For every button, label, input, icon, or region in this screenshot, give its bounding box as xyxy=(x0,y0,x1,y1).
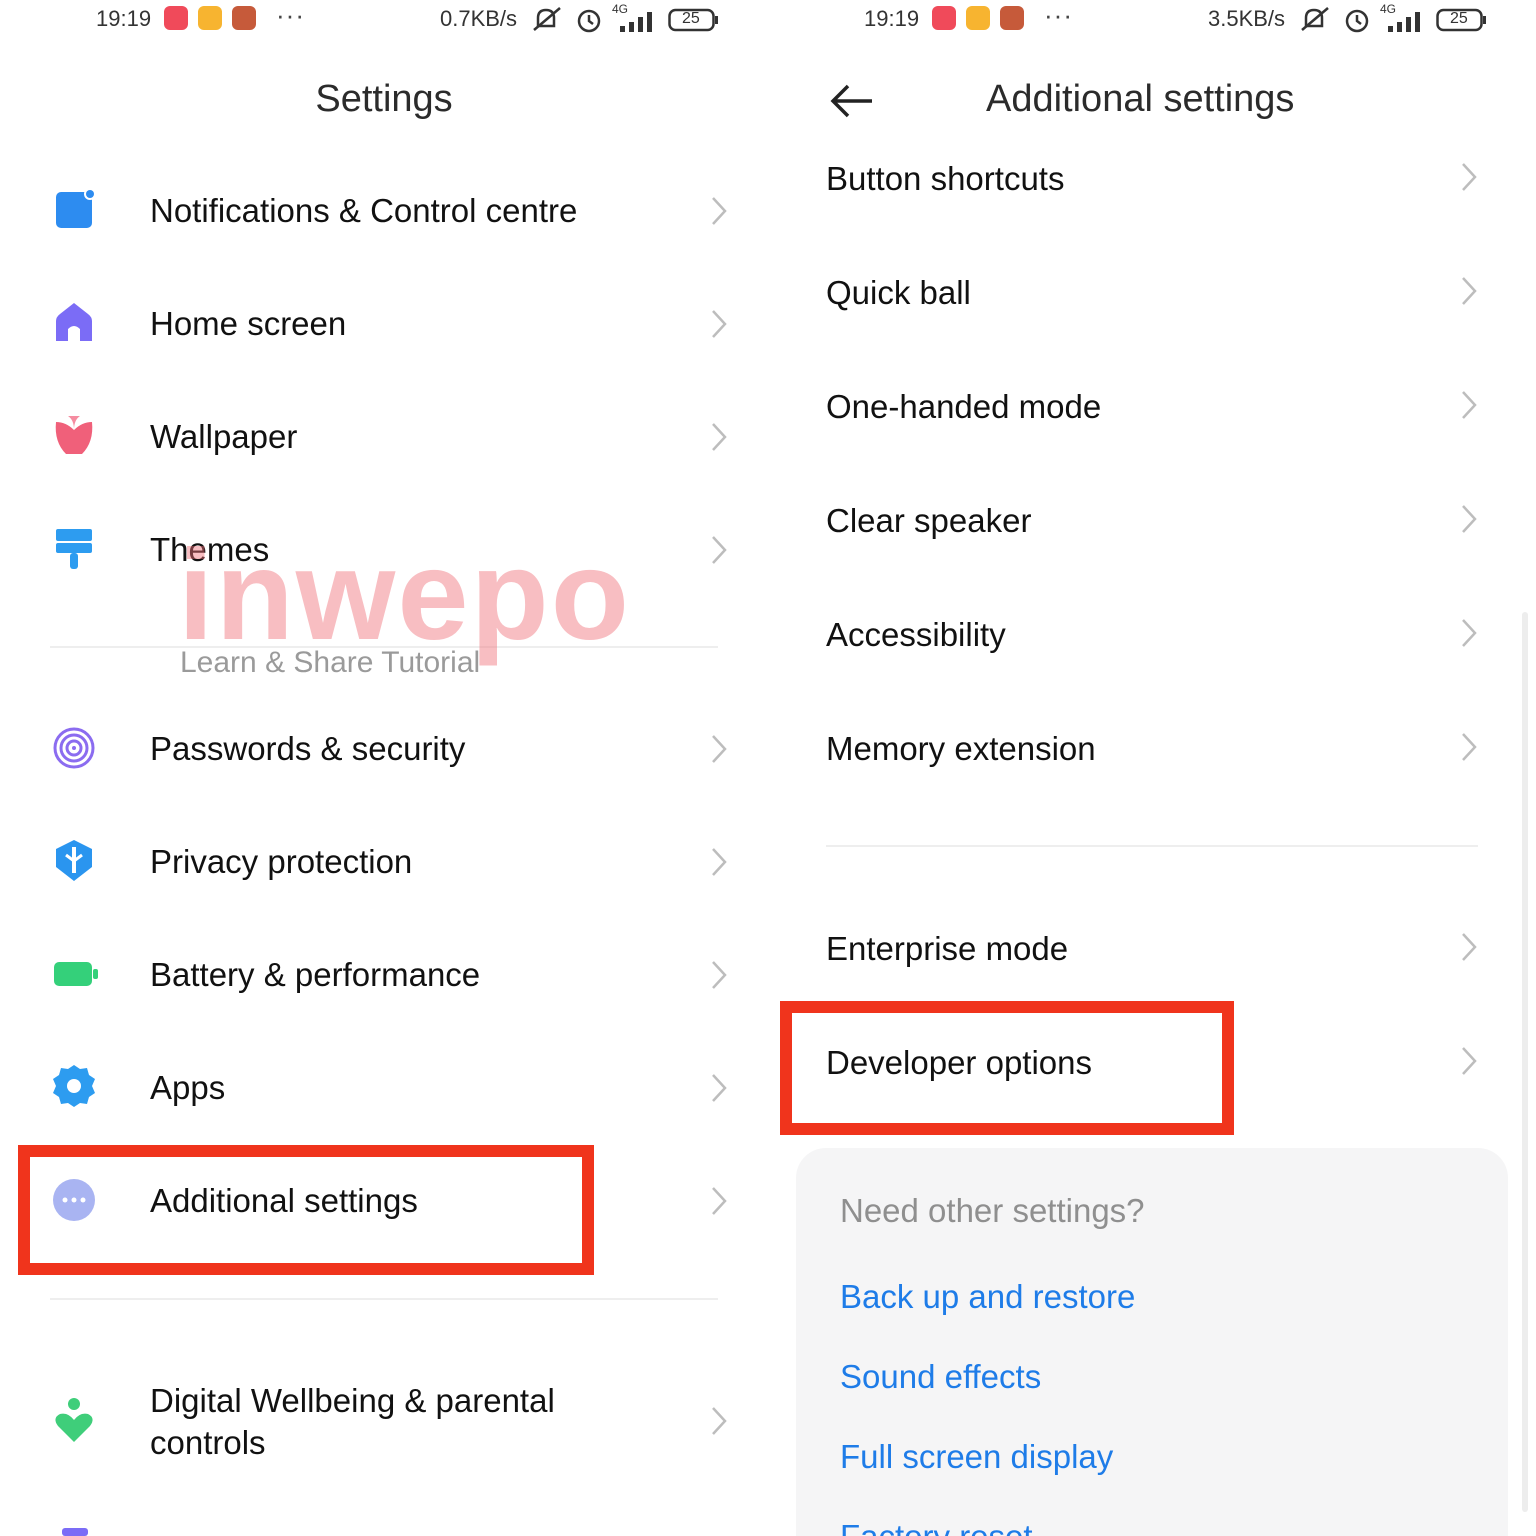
app-notification-icon xyxy=(232,6,256,30)
tiktok-notification-icon xyxy=(164,6,188,30)
signal-icon xyxy=(620,12,652,32)
chevron-right-icon xyxy=(1462,733,1477,761)
highlight-box xyxy=(780,1001,1234,1135)
chevron-right-icon xyxy=(712,310,727,338)
chevron-right-icon xyxy=(712,1074,727,1102)
settings-item-privacy-protection[interactable]: Privacy protection xyxy=(0,831,768,895)
battery-level: 25 xyxy=(1450,10,1468,27)
settings-item-apps[interactable]: Apps xyxy=(0,1057,768,1121)
status-bar: 19:19 ··· 0.7KB/s 4G 25 xyxy=(0,0,768,40)
alarm-icon xyxy=(577,9,601,33)
card-title: Need other settings? xyxy=(840,1192,1145,1229)
flower-icon xyxy=(55,416,93,454)
battery-icon xyxy=(54,962,98,986)
tiktok-notification-icon xyxy=(932,6,956,30)
settings-item-home-screen[interactable]: Home screen xyxy=(0,293,768,357)
additional-item-enterprise-mode[interactable]: Enterprise mode xyxy=(768,918,1536,982)
chevron-right-icon xyxy=(1462,933,1477,961)
chevron-right-icon xyxy=(712,536,727,564)
chevron-right-icon xyxy=(712,1407,727,1435)
mute-icon xyxy=(1301,7,1329,31)
more-notifications-icon: ··· xyxy=(1044,0,1073,30)
settings-item-label: Home screen xyxy=(150,305,347,342)
chevron-right-icon xyxy=(712,197,727,225)
status-time: 19:19 xyxy=(864,6,920,31)
chevron-right-icon xyxy=(1462,619,1477,647)
settings-item-label: Notifications & Control centre xyxy=(150,192,578,229)
additional-item-label: Memory extension xyxy=(826,730,1096,767)
link-back-up-restore[interactable]: Back up and restore xyxy=(840,1278,1135,1316)
alarm-icon xyxy=(1345,9,1369,33)
settings-item-wallpaper[interactable]: Wallpaper xyxy=(0,406,768,470)
gear-icon xyxy=(53,1065,95,1107)
additional-item-accessibility[interactable]: Accessibility xyxy=(768,604,1536,668)
chevron-right-icon xyxy=(712,1187,727,1215)
settings-item-notifications[interactable]: Notifications & Control centre xyxy=(0,180,768,244)
settings-screen: 19:19 ··· 0.7KB/s 4G 25 Settings Notific… xyxy=(0,0,768,1536)
link-full-screen-display[interactable]: Full screen display xyxy=(840,1438,1113,1476)
settings-item-digital-wellbeing[interactable]: Digital Wellbeing & parental controls xyxy=(0,1380,768,1470)
chevron-right-icon xyxy=(1462,391,1477,419)
chevron-right-icon xyxy=(712,423,727,451)
back-arrow-icon[interactable] xyxy=(828,78,878,124)
scrollbar[interactable] xyxy=(1522,612,1528,1512)
page-title: Additional settings xyxy=(986,78,1295,120)
additional-item-memory-extension[interactable]: Memory extension xyxy=(768,718,1536,782)
signal-icon xyxy=(1388,12,1420,32)
status-bar: 19:19 ··· 3.5KB/s 4G 25 xyxy=(768,0,1536,40)
chevron-right-icon xyxy=(712,848,727,876)
home-icon xyxy=(56,303,92,341)
settings-item-label: Passwords & security xyxy=(150,730,466,767)
fingerprint-icon xyxy=(53,727,95,769)
network-speed: 0.7KB/s xyxy=(440,6,518,31)
message-notification-icon xyxy=(966,6,990,30)
link-factory-reset[interactable]: Factory reset xyxy=(840,1518,1033,1536)
additional-item-label: Enterprise mode xyxy=(826,930,1069,967)
settings-item-label: Wallpaper xyxy=(150,418,298,455)
chevron-right-icon xyxy=(1462,277,1477,305)
settings-item-label: Digital Wellbeing & parental xyxy=(150,1382,555,1419)
settings-item-label: Apps xyxy=(150,1069,226,1106)
settings-item-battery-performance[interactable]: Battery & performance xyxy=(0,944,768,1008)
chevron-right-icon xyxy=(712,735,727,763)
chevron-right-icon xyxy=(712,961,727,989)
network-speed: 3.5KB/s xyxy=(1208,6,1286,31)
other-settings-card: Need other settings? Back up and restore… xyxy=(796,1148,1508,1536)
settings-item-label: Battery & performance xyxy=(150,956,481,993)
chevron-right-icon xyxy=(1462,163,1477,191)
more-notifications-icon: ··· xyxy=(276,0,305,30)
chevron-right-icon xyxy=(1462,1047,1477,1075)
settings-item-label-continued: controls xyxy=(150,1424,266,1461)
additional-item-button-shortcuts[interactable]: Button shortcuts xyxy=(768,148,1536,212)
additional-item-clear-speaker[interactable]: Clear speaker xyxy=(768,490,1536,554)
settings-item-label: Privacy protection xyxy=(150,843,413,880)
additional-item-label: Clear speaker xyxy=(826,502,1032,539)
additional-item-quick-ball[interactable]: Quick ball xyxy=(768,262,1536,326)
additional-item-label: Accessibility xyxy=(826,616,1006,653)
section-divider xyxy=(50,1298,718,1300)
notification-icon xyxy=(56,188,96,228)
settings-item-passwords-security[interactable]: Passwords & security xyxy=(0,718,768,782)
additional-item-label: One-handed mode xyxy=(826,388,1102,425)
battery-level: 25 xyxy=(682,10,700,27)
paintbrush-icon xyxy=(56,529,92,569)
additional-item-one-handed-mode[interactable]: One-handed mode xyxy=(768,376,1536,440)
chevron-right-icon xyxy=(1462,505,1477,533)
highlight-box xyxy=(18,1145,594,1275)
wellbeing-icon xyxy=(55,1398,93,1442)
mute-icon xyxy=(533,7,561,31)
message-notification-icon xyxy=(198,6,222,30)
link-sound-effects[interactable]: Sound effects xyxy=(840,1358,1041,1396)
app-notification-icon xyxy=(1000,6,1024,30)
watermark: inwepo Learn & Share Tutorial xyxy=(178,524,668,680)
shield-icon xyxy=(56,840,92,881)
additional-item-label: Quick ball xyxy=(826,274,971,311)
section-divider xyxy=(826,845,1478,847)
additional-item-label: Button shortcuts xyxy=(826,160,1065,197)
watermark-tagline: Learn & Share Tutorial xyxy=(180,646,481,679)
next-item-icon-partial xyxy=(62,1528,88,1536)
page-title: Settings xyxy=(315,78,453,120)
status-time: 19:19 xyxy=(96,6,152,31)
